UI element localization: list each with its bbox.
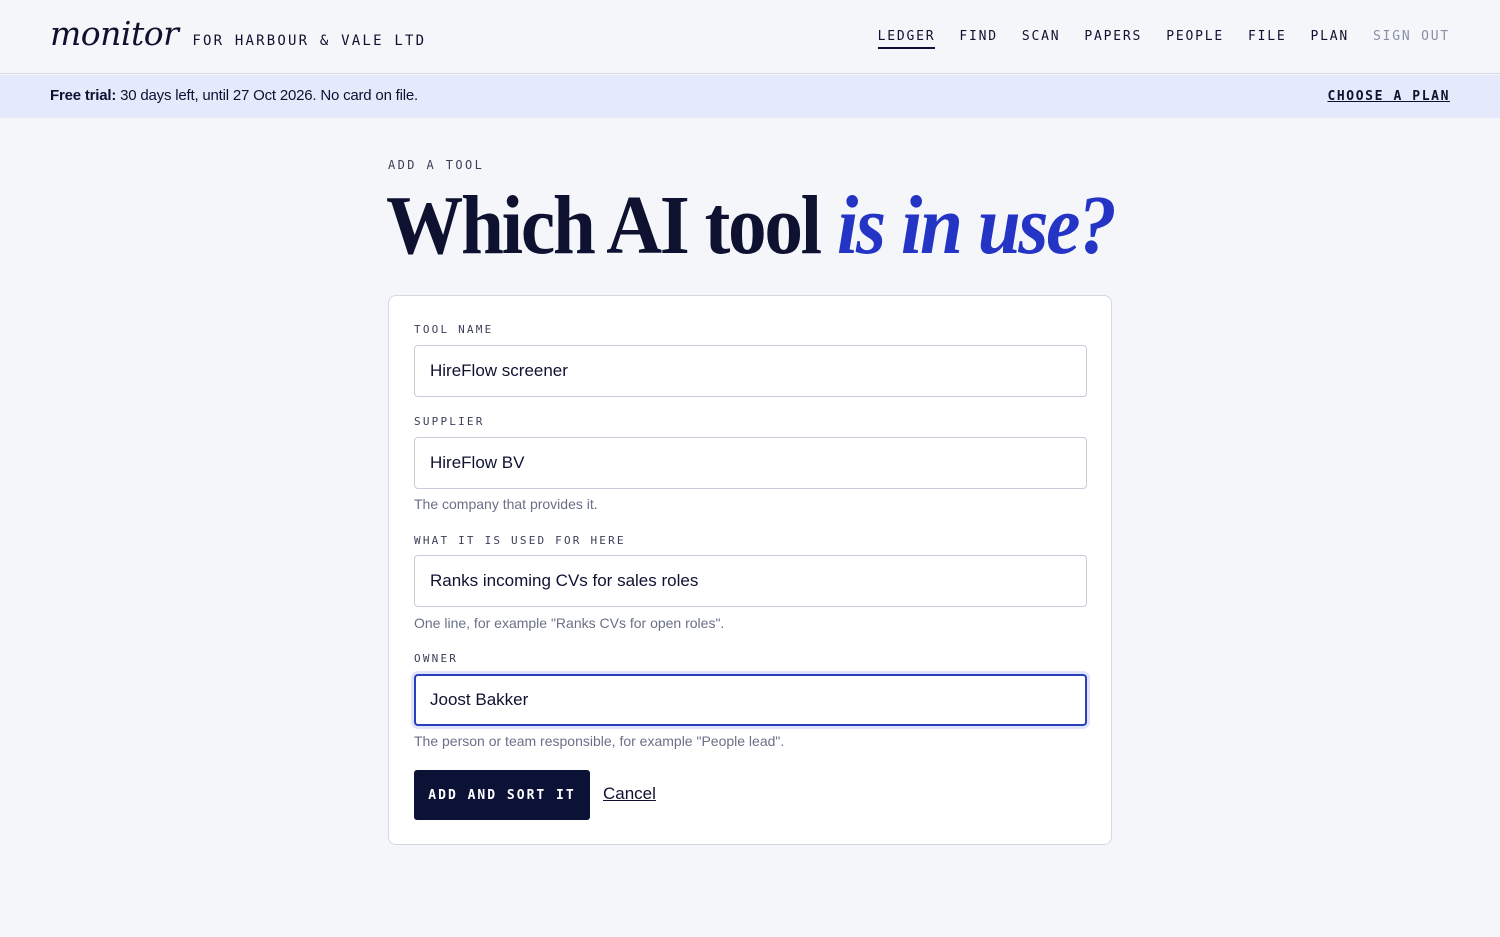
sign-out-link[interactable]: SIGN OUT bbox=[1373, 29, 1450, 49]
owner-input[interactable] bbox=[414, 674, 1087, 726]
nav-item-scan[interactable]: SCAN bbox=[1022, 29, 1061, 49]
logo[interactable]: monitor bbox=[50, 14, 179, 53]
supplier-hint: The company that provides it. bbox=[414, 496, 598, 512]
nav-item-papers[interactable]: PAPERS bbox=[1084, 29, 1142, 49]
page-title: Which AI tool is in use? bbox=[386, 179, 1117, 272]
nav-item-file[interactable]: FILE bbox=[1248, 29, 1287, 49]
page-title-plain: Which AI tool bbox=[386, 179, 837, 272]
supplier-label: SUPPLIER bbox=[414, 415, 485, 428]
add-and-sort-button[interactable]: ADD AND SORT IT bbox=[414, 770, 590, 820]
supplier-input[interactable] bbox=[414, 437, 1087, 489]
trial-details: 30 days left, until 27 Oct 2026. No card… bbox=[116, 87, 419, 104]
page-eyebrow: ADD A TOOL bbox=[388, 158, 485, 172]
organization-name: FOR HARBOUR & VALE LTD bbox=[192, 33, 427, 49]
tool-name-input[interactable] bbox=[414, 345, 1087, 397]
main-nav: LEDGER FIND SCAN PAPERS PEOPLE FILE PLAN… bbox=[854, 29, 1450, 49]
add-tool-form: TOOL NAME SUPPLIER The company that prov… bbox=[388, 295, 1112, 845]
tool-name-label: TOOL NAME bbox=[414, 323, 494, 336]
nav-item-plan[interactable]: PLAN bbox=[1310, 29, 1349, 49]
purpose-hint: One line, for example "Ranks CVs for ope… bbox=[414, 615, 725, 631]
trial-banner: Free trial: 30 days left, until 27 Oct 2… bbox=[0, 75, 1500, 118]
purpose-input[interactable] bbox=[414, 555, 1087, 607]
nav-item-find[interactable]: FIND bbox=[959, 29, 998, 49]
cancel-link[interactable]: Cancel bbox=[603, 784, 656, 804]
trial-label: Free trial: bbox=[50, 87, 117, 104]
top-bar: monitor FOR HARBOUR & VALE LTD LEDGER FI… bbox=[0, 0, 1500, 74]
owner-label: OWNER bbox=[414, 652, 459, 665]
nav-item-ledger[interactable]: LEDGER bbox=[877, 29, 936, 49]
owner-hint: The person or team responsible, for exam… bbox=[414, 733, 785, 749]
purpose-label: WHAT IT IS USED FOR HERE bbox=[414, 534, 626, 547]
page-title-accent: is in use? bbox=[836, 179, 1117, 272]
choose-plan-link[interactable]: CHOOSE A PLAN bbox=[1327, 89, 1450, 104]
nav-item-people[interactable]: PEOPLE bbox=[1166, 29, 1224, 49]
trial-banner-text: Free trial: 30 days left, until 27 Oct 2… bbox=[50, 87, 418, 104]
brand: monitor FOR HARBOUR & VALE LTD bbox=[50, 14, 426, 53]
